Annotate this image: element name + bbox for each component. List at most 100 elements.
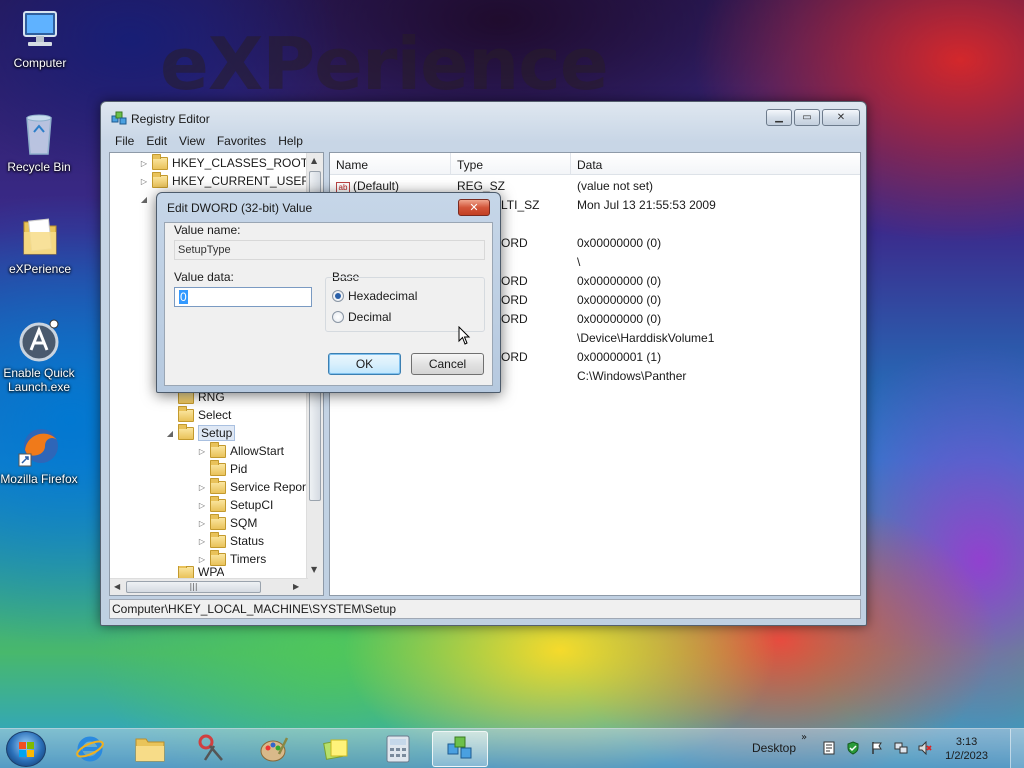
tree-item-hkey-current-user[interactable]: ▷ HKEY_CURRENT_USER bbox=[138, 171, 310, 190]
tree-item-service-report[interactable]: ▷ Service Report bbox=[196, 477, 309, 496]
desktop-icon-experience[interactable]: eXPerience bbox=[0, 214, 80, 276]
menu-help[interactable]: Help bbox=[272, 132, 309, 152]
tree-item-setup[interactable]: ◢ Setup bbox=[167, 423, 236, 442]
taskbar-windows-explorer[interactable] bbox=[122, 731, 178, 767]
scroll-thumb[interactable]: ||| bbox=[126, 581, 261, 593]
chevron-right-icon[interactable]: » bbox=[801, 732, 807, 743]
list-item-data: 0x00000000 (0) bbox=[577, 236, 662, 250]
collapse-arrow-icon[interactable]: ◢ bbox=[138, 195, 150, 204]
scroll-right-icon[interactable]: ▶ bbox=[293, 582, 299, 591]
folder-icon bbox=[210, 477, 226, 494]
list-item-type: ORD bbox=[501, 312, 528, 326]
tree-item-allowstart[interactable]: ▷ AllowStart bbox=[196, 441, 284, 460]
radio-selected-icon bbox=[332, 290, 344, 302]
decimal-radio[interactable]: Decimal bbox=[332, 310, 391, 324]
maximize-icon: ▭ bbox=[802, 112, 812, 123]
folder-icon bbox=[178, 566, 194, 578]
folder-icon bbox=[18, 214, 62, 258]
list-item-type: REG_SZ bbox=[457, 179, 506, 193]
minimize-button[interactable]: ▁ bbox=[766, 109, 792, 126]
system-clock[interactable]: 3:13 1/2/2023 bbox=[945, 735, 988, 763]
notes-tray-icon[interactable] bbox=[822, 741, 836, 755]
folder-icon bbox=[178, 405, 194, 422]
ok-button[interactable]: OK bbox=[328, 353, 401, 375]
expand-arrow-icon[interactable]: ▷ bbox=[196, 447, 208, 456]
quick-launch-app-icon bbox=[17, 318, 61, 362]
collapse-arrow-icon[interactable]: ◢ bbox=[164, 429, 176, 438]
show-desktop-button[interactable] bbox=[1010, 729, 1024, 768]
sticky-notes-icon bbox=[323, 739, 348, 760]
tree-item-status[interactable]: ▷ Status bbox=[196, 531, 264, 550]
start-button[interactable] bbox=[6, 731, 46, 767]
expand-arrow-icon[interactable]: ▷ bbox=[196, 483, 208, 492]
expand-arrow-icon[interactable]: ▷ bbox=[196, 537, 208, 546]
list-item-data: 0x00000001 (1) bbox=[577, 350, 662, 364]
minimize-icon: ▁ bbox=[775, 112, 783, 123]
list-item-data: 0x00000000 (0) bbox=[577, 293, 662, 307]
folder-icon bbox=[210, 531, 226, 548]
tree-item-pid[interactable]: Pid bbox=[208, 459, 247, 478]
scroll-left-icon[interactable]: ◀ bbox=[114, 582, 120, 591]
security-shield-icon[interactable] bbox=[846, 741, 860, 755]
maximize-button[interactable]: ▭ bbox=[794, 109, 820, 126]
taskbar-sticky-notes[interactable] bbox=[308, 731, 364, 767]
value-name-label: Value name: bbox=[174, 223, 241, 237]
tree-item-setupci[interactable]: ▷ SetupCI bbox=[196, 495, 273, 514]
taskbar-calculator[interactable] bbox=[370, 731, 426, 767]
column-header-type[interactable]: Type bbox=[451, 153, 571, 175]
expand-arrow-icon[interactable]: ▷ bbox=[138, 159, 150, 168]
internet-explorer-icon bbox=[76, 736, 104, 762]
windows-logo-icon bbox=[19, 742, 34, 757]
registry-editor-icon bbox=[447, 736, 472, 759]
desktop-icon-mozilla-firefox[interactable]: Mozilla Firefox bbox=[0, 424, 79, 486]
list-item-type: LTI_SZ bbox=[501, 198, 540, 212]
network-icon[interactable] bbox=[894, 741, 908, 755]
desktop-icon-label: Recycle Bin bbox=[7, 160, 71, 174]
expand-arrow-icon[interactable]: ▷ bbox=[138, 177, 150, 186]
clock-time: 3:13 bbox=[955, 736, 978, 748]
column-header-name[interactable]: Name bbox=[330, 153, 451, 175]
expand-arrow-icon[interactable]: ▷ bbox=[196, 555, 208, 564]
list-item-type: ORD bbox=[501, 293, 528, 307]
tree-horizontal-scrollbar[interactable]: ◀ ||| ▶ bbox=[110, 578, 308, 595]
menu-view[interactable]: View bbox=[173, 132, 211, 152]
calculator-icon bbox=[386, 735, 410, 763]
tree-item-wpa[interactable]: ▷WPA bbox=[176, 566, 224, 578]
tree-item-sqm[interactable]: ▷ SQM bbox=[196, 513, 257, 532]
desktop-icon-recycle-bin[interactable]: Recycle Bin bbox=[0, 112, 79, 174]
scroll-down-icon[interactable]: ▼ bbox=[311, 565, 317, 574]
expand-arrow-icon[interactable]: ▷ bbox=[196, 519, 208, 528]
scroll-up-icon[interactable]: ▲ bbox=[311, 156, 317, 165]
menu-favorites[interactable]: Favorites bbox=[211, 132, 272, 152]
base-group: Hexadecimal Decimal bbox=[325, 277, 485, 332]
taskbar-internet-explorer[interactable] bbox=[62, 731, 118, 767]
dialog-close-button[interactable]: ✕ bbox=[458, 199, 490, 216]
desktop-icon-computer[interactable]: Computer bbox=[0, 8, 80, 70]
taskbar-paint[interactable] bbox=[246, 731, 302, 767]
menu-edit[interactable]: Edit bbox=[140, 132, 173, 152]
paint-palette-icon bbox=[260, 737, 289, 762]
menu-file[interactable]: File bbox=[109, 132, 140, 152]
list-item-name[interactable]: ab (Default) bbox=[336, 179, 399, 193]
close-icon: ✕ bbox=[469, 201, 479, 214]
list-item-type: ORD bbox=[501, 274, 528, 288]
list-item-data: 0x00000000 (0) bbox=[577, 274, 662, 288]
desktop-icon-label: eXPerience bbox=[8, 262, 72, 276]
hexadecimal-radio[interactable]: Hexadecimal bbox=[332, 289, 417, 303]
tree-item-hkey-classes-root[interactable]: ▷ HKEY_CLASSES_ROOT bbox=[138, 153, 308, 172]
close-button[interactable]: ✕ bbox=[822, 109, 860, 126]
window-title: Registry Editor bbox=[131, 112, 210, 126]
action-center-flag-icon[interactable] bbox=[870, 741, 884, 755]
volume-muted-icon[interactable] bbox=[918, 740, 932, 756]
list-item-data: \Device\HarddiskVolume1 bbox=[577, 331, 715, 345]
close-icon: ✕ bbox=[836, 112, 846, 123]
expand-arrow-icon[interactable]: ▷ bbox=[196, 501, 208, 510]
desktop-toolbar-label[interactable]: Desktop bbox=[752, 741, 796, 755]
desktop-icon-enable-quick-launch[interactable]: Enable Quick Launch.exe bbox=[0, 318, 79, 394]
column-header-data[interactable]: Data bbox=[571, 153, 860, 175]
cancel-button[interactable]: Cancel bbox=[411, 353, 484, 375]
tree-item-select[interactable]: Select bbox=[176, 405, 231, 424]
value-data-input[interactable]: 0 bbox=[174, 287, 312, 307]
taskbar-registry-editor[interactable] bbox=[432, 731, 488, 767]
taskbar-snipping-tool[interactable] bbox=[184, 731, 240, 767]
